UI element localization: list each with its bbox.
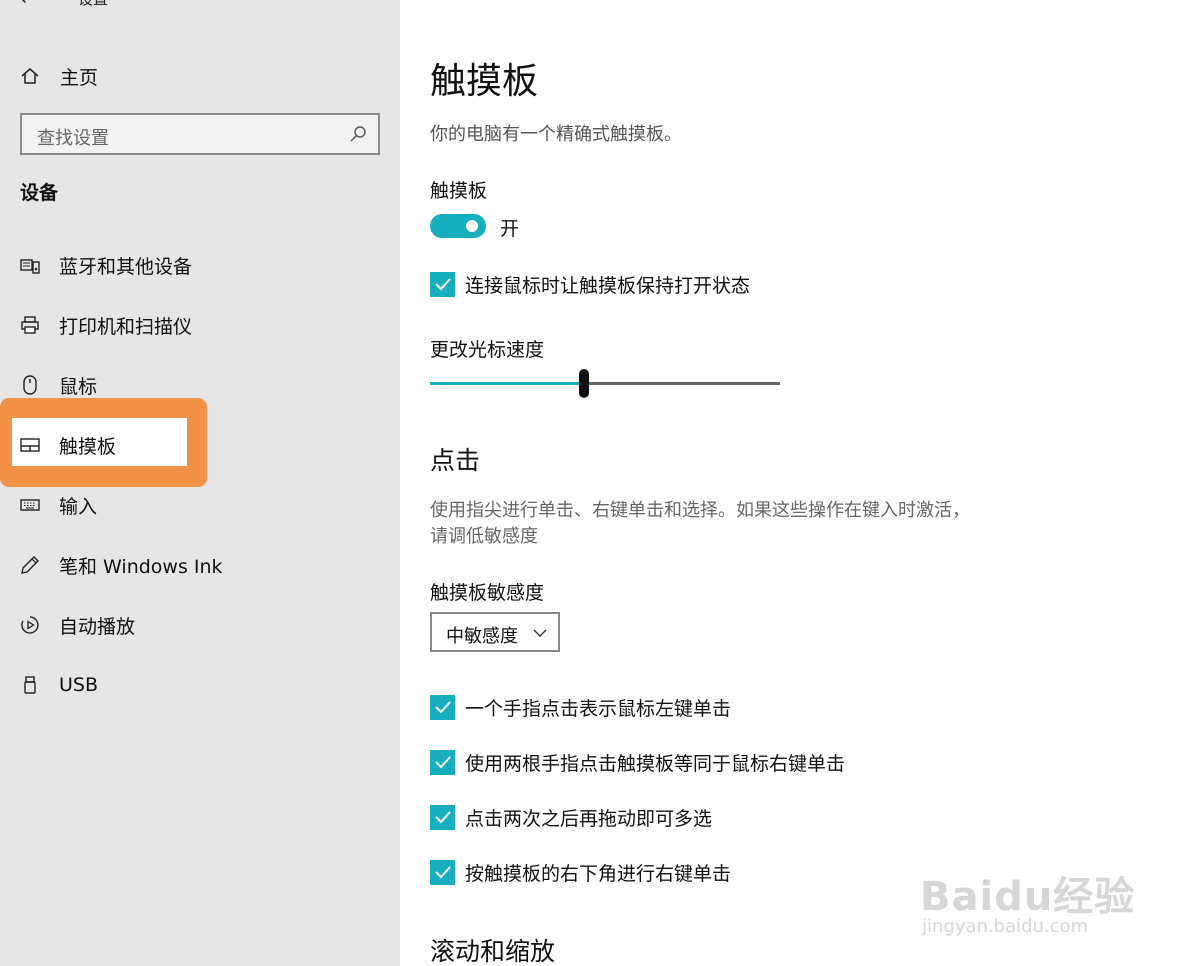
printer-icon <box>20 315 40 335</box>
sidebar-section-title: 设备 <box>20 182 59 204</box>
touchpad-toggle[interactable] <box>430 214 486 238</box>
taps-heading: 点击 <box>430 446 481 475</box>
sidebar-item-typing[interactable]: 输入 <box>20 487 380 523</box>
back-arrow-icon[interactable]: ← <box>20 0 37 10</box>
mouse-icon <box>20 375 40 395</box>
cursor-speed-slider[interactable] <box>430 368 780 398</box>
sidebar-home[interactable]: 主页 <box>20 60 98 92</box>
baidu-watermark: Baidu经验 jingyan.baidu.com <box>920 838 1140 948</box>
usb-icon <box>20 675 40 695</box>
checkbox-label: 使用两根手指点击触摸板等同于鼠标右键单击 <box>465 752 846 775</box>
sidebar-item-usb[interactable]: USB <box>20 667 380 703</box>
sidebar-item-bluetooth[interactable]: 蓝牙和其他设备 <box>20 247 380 283</box>
touchpad-label: 触摸板 <box>430 180 488 202</box>
sidebar-item-label: 自动播放 <box>59 615 136 638</box>
touchpad-icon <box>20 435 40 455</box>
sidebar-item-label: 输入 <box>59 495 98 518</box>
page-title: 触摸板 <box>430 61 539 102</box>
autoplay-icon <box>20 615 40 635</box>
sidebar-item-label: 鼠标 <box>59 375 98 398</box>
checkbox-checked-icon[interactable] <box>430 271 455 297</box>
checkbox-checked-icon[interactable] <box>430 694 455 720</box>
sidebar-item-label: 蓝牙和其他设备 <box>59 255 193 278</box>
watermark-url: jingyan.baidu.com <box>922 916 1089 937</box>
tap-checkbox-row-3[interactable]: 点击两次之后再拖动即可多选 <box>430 804 712 830</box>
app-title: 设置 <box>78 0 108 9</box>
checkbox-label: 连接鼠标时让触摸板保持打开状态 <box>465 274 751 297</box>
checkbox-label: 按触摸板的右下角进行右键单击 <box>465 862 732 885</box>
toggle-state-text: 开 <box>500 218 520 240</box>
sidebar-home-label: 主页 <box>60 66 99 89</box>
keyboard-icon <box>20 495 40 515</box>
title-bar: ← 设置 <box>0 0 400 16</box>
pen-icon <box>20 555 40 575</box>
tap-checkbox-row-2[interactable]: 使用两根手指点击触摸板等同于鼠标右键单击 <box>430 749 845 775</box>
page-description: 你的电脑有一个精确式触摸板。 <box>430 124 682 145</box>
tap-checkbox-row-4[interactable]: 按触摸板的右下角进行右键单击 <box>430 859 731 885</box>
sidebar-item-mouse[interactable]: 鼠标 <box>20 367 380 403</box>
dropdown-value: 中敏感度 <box>446 626 518 647</box>
watermark-text: Baidu经验 <box>920 874 1136 920</box>
checkbox-checked-icon[interactable] <box>430 859 455 885</box>
main-content: 触摸板 你的电脑有一个精确式触摸板。 触摸板 开 连接鼠标时让触摸板保持打开状态… <box>400 0 1202 966</box>
search-input[interactable]: 查找设置 <box>20 113 380 155</box>
home-icon <box>20 66 40 86</box>
tap-checkbox-row-1[interactable]: 一个手指点击表示鼠标左键单击 <box>430 694 731 720</box>
taps-description: 使用指尖进行单击、右键单击和选择。如果这些操作在键入时激活，请调低敏感度 <box>430 500 970 547</box>
search-icon[interactable] <box>348 124 368 144</box>
sidebar-item-touchpad[interactable]: 触摸板 <box>20 427 380 463</box>
sensitivity-dropdown[interactable]: 中敏感度 <box>430 612 560 652</box>
sensitivity-label: 触摸板敏感度 <box>430 582 545 604</box>
search-placeholder: 查找设置 <box>37 128 109 149</box>
keyboard-device-icon <box>20 255 40 275</box>
scroll-zoom-heading: 滚动和缩放 <box>430 937 556 966</box>
sidebar-item-label: 触摸板 <box>59 435 117 458</box>
checkbox-label: 点击两次之后再拖动即可多选 <box>465 807 713 830</box>
keep-on-checkbox-row[interactable]: 连接鼠标时让触摸板保持打开状态 <box>430 271 750 297</box>
chevron-down-icon <box>532 625 548 641</box>
checkbox-label: 一个手指点击表示鼠标左键单击 <box>465 697 732 720</box>
sidebar: ← 设置 主页 查找设置 设备 蓝牙和其他设备 打印机和扫描仪 鼠标 <box>0 0 400 966</box>
checkbox-checked-icon[interactable] <box>430 804 455 830</box>
slider-fill <box>430 382 584 385</box>
cursor-speed-label: 更改光标速度 <box>430 339 545 361</box>
sidebar-item-printers[interactable]: 打印机和扫描仪 <box>20 307 380 343</box>
sidebar-item-pen[interactable]: 笔和 Windows Ink <box>20 547 380 583</box>
sidebar-item-label: USB <box>59 674 99 696</box>
checkbox-checked-icon[interactable] <box>430 749 455 775</box>
slider-thumb[interactable] <box>579 369 589 398</box>
sidebar-item-label: 打印机和扫描仪 <box>59 315 193 338</box>
sidebar-item-autoplay[interactable]: 自动播放 <box>20 607 380 643</box>
toggle-knob <box>466 220 478 232</box>
sidebar-item-label: 笔和 Windows Ink <box>59 555 223 578</box>
